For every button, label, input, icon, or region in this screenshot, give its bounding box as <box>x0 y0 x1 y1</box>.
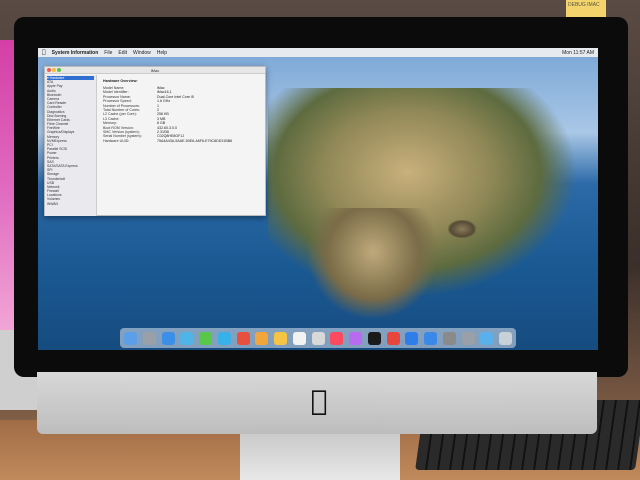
dock-app-icon[interactable] <box>367 331 381 345</box>
dock-app-icon[interactable] <box>199 331 212 345</box>
dock-app-icon[interactable] <box>311 331 325 345</box>
dock-app-icon[interactable] <box>255 331 269 345</box>
dock-app-icon[interactable] <box>442 331 456 345</box>
dock-app-icon[interactable] <box>330 331 344 345</box>
window-titlebar[interactable]: iMac <box>45 67 265 74</box>
detail-header: Hardware Overview: <box>103 79 138 83</box>
menu-window[interactable]: Window <box>133 50 151 56</box>
minimize-button[interactable] <box>52 68 56 72</box>
screen:  System Information File Edit Window He… <box>38 48 598 350</box>
detail-row: Hardware UUID: 75A4A43A-5AAE-50E6-A6F6-E7… <box>103 139 261 143</box>
menu-edit[interactable]: Edit <box>118 50 127 56</box>
dock-app-icon[interactable] <box>217 331 231 345</box>
menubar:  System Information File Edit Window He… <box>38 48 598 57</box>
dock-app-icon[interactable] <box>480 331 494 345</box>
apple-menu-icon[interactable]:  <box>42 49 46 56</box>
dock-app-icon[interactable] <box>142 331 156 345</box>
sidebar: ▾ Hardware ATA Apple Pay Audio Bluetooth… <box>45 75 97 216</box>
menu-app-name[interactable]: System Information <box>52 50 99 56</box>
dock-app-icon[interactable] <box>274 331 287 345</box>
dock-app-icon[interactable] <box>292 331 306 345</box>
dock-app-icon[interactable] <box>349 331 362 345</box>
dock-app-icon[interactable] <box>386 331 400 345</box>
wallpaper-rock <box>448 220 476 238</box>
imac-stand <box>240 432 400 480</box>
menu-help[interactable]: Help <box>157 50 167 56</box>
dock-app-icon[interactable] <box>499 331 512 345</box>
wallpaper-island <box>268 88 578 318</box>
dock <box>120 328 516 348</box>
system-information-window: iMac ▾ Hardware ATA Apple Pay Audio Blue… <box>44 66 266 216</box>
dock-app-icon[interactable] <box>161 331 175 345</box>
window-title: iMac <box>150 68 160 73</box>
apple-logo-icon:  <box>306 386 332 416</box>
dock-app-icon[interactable] <box>405 331 419 345</box>
detail-pane: Hardware Overview: Model Name: iMac Model … <box>99 77 265 215</box>
menubar-clock[interactable]: Mon 11:57 AM <box>562 50 594 56</box>
zoom-button[interactable] <box>57 68 61 72</box>
dock-app-icon[interactable] <box>236 331 250 345</box>
dock-app-icon[interactable] <box>180 331 194 345</box>
detail-key: Hardware UUID: <box>103 138 130 143</box>
dock-app-icon[interactable] <box>124 331 137 345</box>
menu-file[interactable]: File <box>104 50 112 56</box>
dock-app-icon[interactable] <box>424 331 437 345</box>
dock-app-icon[interactable] <box>461 331 475 345</box>
close-button[interactable] <box>47 68 51 72</box>
sidebar-item[interactable]: WWAN <box>47 202 94 206</box>
detail-value: 75A4A43A-5AAE-50E6-A6F6-E79C8DD31BB6 <box>157 138 233 143</box>
